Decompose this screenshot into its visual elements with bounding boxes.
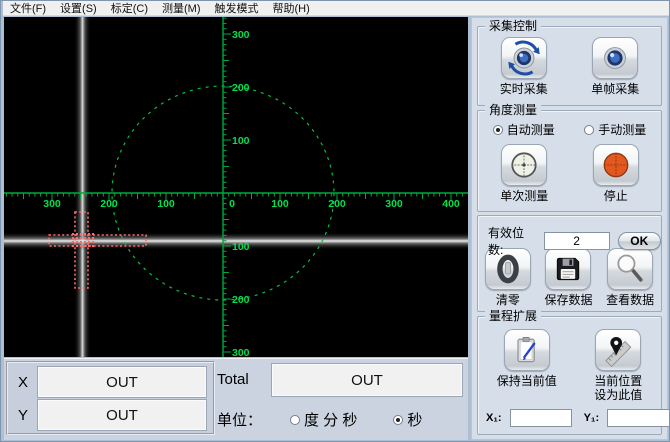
radio-manual-measure[interactable]: 手动测量	[584, 121, 646, 138]
svg-text:100: 100	[157, 198, 175, 210]
readout-panel: X OUT Y OUT Total OUT 单位： 度 分 秒 秒	[4, 358, 468, 440]
menu-help[interactable]: 帮助(H)	[266, 1, 317, 16]
radio-auto-measure-label: 自动测量	[506, 123, 555, 137]
single-measure-reticle-icon	[511, 152, 537, 178]
svg-text:200: 200	[328, 198, 346, 210]
radio-unit-seconds[interactable]: 秒	[379, 409, 422, 430]
svg-text:200: 200	[100, 198, 118, 210]
y1-label: Y₁:	[583, 412, 600, 424]
radio-unit-dms[interactable]: 度 分 秒	[276, 409, 357, 430]
total-label: Total	[217, 371, 249, 388]
hold-current-value-button[interactable]: 保持当前值	[497, 329, 557, 388]
svg-text:0: 0	[229, 198, 235, 210]
group-data-control: 有效位数: OK 清零	[477, 215, 662, 312]
app-window: 文件(F) 设置(S) 标定(C) 测量(M) 触发模式 帮助(H) 300 20…	[0, 0, 670, 442]
stop-icon	[603, 152, 629, 178]
total-value-readout: OUT	[272, 364, 462, 396]
group-angle-measure: 角度测量 自动测量 手动测量 单次测量 停止	[477, 103, 662, 212]
radio-manual-measure-label: 手动测量	[598, 123, 647, 137]
effective-digits-label: 有效位数:	[488, 226, 525, 257]
group-range-title: 量程扩展	[485, 309, 542, 323]
xy-readout-box: X OUT Y OUT	[6, 361, 215, 435]
realtime-capture-button[interactable]: 实时采集	[500, 37, 548, 96]
menu-file[interactable]: 文件(F)	[3, 1, 53, 16]
svg-text:200: 200	[232, 294, 250, 306]
save-data-label: 保存数据	[544, 293, 593, 307]
menu-measure[interactable]: 测量(M)	[155, 1, 208, 16]
radio-unit-dms-label: 度 分 秒	[304, 412, 358, 429]
menu-bar: 文件(F) 设置(S) 标定(C) 测量(M) 触发模式 帮助(H)	[3, 1, 669, 16]
clipboard-pen-icon	[517, 337, 536, 363]
effective-digits-input[interactable]	[543, 232, 610, 250]
radio-unit-dms-dot	[290, 414, 301, 425]
svg-text:300: 300	[232, 29, 250, 41]
set-position-value-label-line1: 当前位置	[594, 374, 643, 388]
radio-manual-measure-dot	[584, 124, 595, 135]
unit-selector: 单位： 度 分 秒 秒	[217, 409, 422, 430]
x-value-readout: OUT	[38, 367, 206, 397]
x-axis-label: X	[17, 373, 28, 391]
stop-button[interactable]: 停止	[592, 144, 639, 203]
single-frame-capture-icon	[604, 47, 627, 69]
stop-label: 停止	[603, 189, 628, 203]
radio-unit-seconds-dot	[393, 414, 404, 425]
realtime-capture-icon	[508, 40, 540, 76]
reticle-overlay: 300 200 100 0 100 200 300 400 300 200 100 100 200 300	[4, 17, 468, 357]
set-position-value-label-line2: 设为此值	[594, 388, 643, 402]
single-measure-button[interactable]: 单次测量	[500, 144, 548, 203]
menu-calibration[interactable]: 标定(C)	[104, 1, 155, 16]
realtime-capture-label: 实时采集	[499, 82, 548, 96]
group-capture-title: 采集控制	[485, 19, 542, 33]
svg-text:100: 100	[232, 241, 250, 253]
radio-unit-seconds-label: 秒	[407, 412, 423, 429]
single-measure-label: 单次测量	[500, 189, 549, 203]
svg-text:300: 300	[232, 347, 250, 357]
svg-text:300: 300	[385, 198, 403, 210]
menu-settings[interactable]: 设置(S)	[53, 1, 104, 16]
clear-zero-label: 清零	[495, 293, 520, 307]
single-frame-capture-button[interactable]: 单帧采集	[591, 37, 639, 96]
svg-text:100: 100	[232, 135, 250, 147]
svg-text:200: 200	[232, 82, 250, 94]
hold-current-value-label: 保持当前值	[496, 374, 557, 388]
x1-label: X₁:	[486, 412, 502, 424]
y-value-readout: OUT	[38, 400, 206, 430]
group-capture-control: 采集控制 实时采集 单帧采集	[477, 19, 662, 106]
camera-display: 300 200 100 0 100 200 300 400 300 200 100 100 200 300	[4, 17, 468, 357]
single-frame-capture-label: 单帧采集	[591, 82, 640, 96]
set-position-value-button[interactable]: 当前位置 设为此值	[594, 329, 642, 402]
unit-label: 单位：	[217, 412, 263, 429]
menu-trigger-mode[interactable]: 触发模式	[208, 1, 266, 16]
svg-text:100: 100	[271, 198, 289, 210]
view-data-label: 查看数据	[606, 293, 655, 307]
group-angle-title: 角度测量	[485, 103, 542, 117]
group-range-extend: 量程扩展 保持当前值 当前位置 设为此值 X₁: Y₁:	[477, 309, 669, 435]
y-axis-label: Y	[17, 406, 28, 424]
svg-text:300: 300	[43, 198, 61, 210]
x1-input[interactable]	[509, 409, 572, 427]
pin-ruler-icon	[605, 336, 632, 367]
svg-text:400: 400	[442, 198, 460, 210]
radio-auto-measure-dot	[492, 124, 503, 135]
y1-input[interactable]	[607, 409, 669, 427]
radio-auto-measure[interactable]: 自动测量	[492, 121, 555, 138]
control-panel: 采集控制 实时采集 单帧采集 角度测量 自动测量 手动测量 单次测量 停止 有效…	[471, 17, 669, 440]
ok-button[interactable]: OK	[617, 232, 661, 250]
